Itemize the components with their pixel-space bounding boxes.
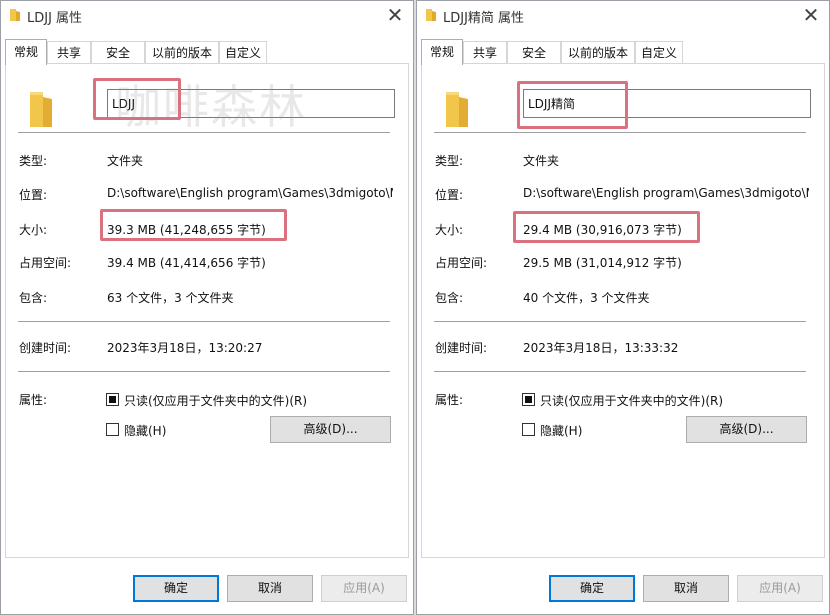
- close-button[interactable]: ✕: [377, 1, 413, 31]
- created-value: 2023年3月18日，13:20:27: [107, 341, 263, 355]
- tab-sharing[interactable]: 共享: [47, 41, 91, 64]
- size-label: 大小:: [19, 223, 48, 237]
- readonly-checkbox[interactable]: [522, 393, 535, 406]
- created-label: 创建时间:: [19, 341, 72, 355]
- tab-customize[interactable]: 自定义: [219, 41, 267, 64]
- created-value: 2023年3月18日，13:33:32: [523, 341, 679, 355]
- properties-dialog-ldjj: LDJJ 属性 ✕ 常规 共享 安全 以前的版本 自定义 类型: 文件夹 位置:…: [0, 0, 414, 615]
- tab-strip: 常规 共享 安全 以前的版本 自定义: [1, 39, 413, 65]
- cancel-button[interactable]: 取消: [227, 575, 313, 602]
- properties-dialog-ldjj-lite: LDJJ精简 属性 ✕ 常规 共享 安全 以前的版本 自定义 类型: 文件夹 位…: [416, 0, 830, 615]
- window-title: LDJJ精简 属性: [443, 11, 525, 26]
- window-title: LDJJ 属性: [27, 11, 83, 26]
- general-tab-panel: 类型: 文件夹 位置: D:\software\English program\…: [421, 63, 825, 558]
- type-label: 类型:: [435, 154, 464, 168]
- location-value: D:\software\English program\Games\3dmigo…: [523, 186, 809, 200]
- hidden-label[interactable]: 隐藏(H): [540, 422, 582, 439]
- location-label: 位置:: [435, 188, 464, 202]
- disk-size-label: 占用空间:: [435, 256, 488, 270]
- title-bar: LDJJ 属性 ✕: [1, 1, 413, 31]
- tab-general[interactable]: 常规: [421, 39, 463, 65]
- tab-security[interactable]: 安全: [507, 41, 561, 64]
- cancel-button[interactable]: 取消: [643, 575, 729, 602]
- divider: [18, 321, 390, 322]
- tab-general[interactable]: 常规: [5, 39, 47, 65]
- divider: [18, 371, 390, 372]
- contains-value: 63 个文件，3 个文件夹: [107, 291, 234, 305]
- apply-button[interactable]: 应用(A): [737, 575, 823, 602]
- attributes-label: 属性:: [19, 393, 48, 407]
- folder-icon: [30, 92, 52, 127]
- divider: [18, 132, 390, 133]
- tab-previous-versions[interactable]: 以前的版本: [561, 41, 635, 64]
- readonly-label[interactable]: 只读(仅应用于文件夹中的文件)(R): [124, 392, 307, 409]
- ok-button[interactable]: 确定: [133, 575, 219, 602]
- readonly-label[interactable]: 只读(仅应用于文件夹中的文件)(R): [540, 392, 723, 409]
- size-value: 29.4 MB (30,916,073 字节): [523, 223, 682, 237]
- advanced-button[interactable]: 高级(D)...: [686, 416, 807, 443]
- contains-value: 40 个文件，3 个文件夹: [523, 291, 650, 305]
- folder-icon: [426, 9, 436, 21]
- apply-button[interactable]: 应用(A): [321, 575, 407, 602]
- ok-button[interactable]: 确定: [549, 575, 635, 602]
- disk-size-label: 占用空间:: [19, 256, 72, 270]
- hidden-label[interactable]: 隐藏(H): [124, 422, 166, 439]
- tab-previous-versions[interactable]: 以前的版本: [145, 41, 219, 64]
- folder-icon: [10, 9, 20, 21]
- divider: [434, 321, 806, 322]
- tab-strip: 常规 共享 安全 以前的版本 自定义: [417, 39, 829, 65]
- advanced-button[interactable]: 高级(D)...: [270, 416, 391, 443]
- hidden-checkbox[interactable]: [106, 423, 119, 436]
- title-bar: LDJJ精简 属性 ✕: [417, 1, 829, 31]
- type-label: 类型:: [19, 154, 48, 168]
- tab-customize[interactable]: 自定义: [635, 41, 683, 64]
- tab-security[interactable]: 安全: [91, 41, 145, 64]
- general-tab-panel: 类型: 文件夹 位置: D:\software\English program\…: [5, 63, 409, 558]
- contains-label: 包含:: [435, 291, 464, 305]
- attributes-label: 属性:: [435, 393, 464, 407]
- disk-size-value: 29.5 MB (31,014,912 字节): [523, 256, 682, 270]
- size-label: 大小:: [435, 223, 464, 237]
- tab-sharing[interactable]: 共享: [463, 41, 507, 64]
- divider: [434, 132, 806, 133]
- folder-name-input[interactable]: [523, 89, 811, 118]
- location-value: D:\software\English program\Games\3dmigo…: [107, 186, 393, 200]
- location-label: 位置:: [19, 188, 48, 202]
- close-button[interactable]: ✕: [793, 1, 829, 31]
- created-label: 创建时间:: [435, 341, 488, 355]
- readonly-checkbox[interactable]: [106, 393, 119, 406]
- disk-size-value: 39.4 MB (41,414,656 字节): [107, 256, 266, 270]
- type-value: 文件夹: [523, 154, 560, 168]
- folder-name-input[interactable]: [107, 89, 395, 118]
- divider: [434, 371, 806, 372]
- type-value: 文件夹: [107, 154, 144, 168]
- contains-label: 包含:: [19, 291, 48, 305]
- hidden-checkbox[interactable]: [522, 423, 535, 436]
- size-value: 39.3 MB (41,248,655 字节): [107, 223, 266, 237]
- folder-icon: [446, 92, 468, 127]
